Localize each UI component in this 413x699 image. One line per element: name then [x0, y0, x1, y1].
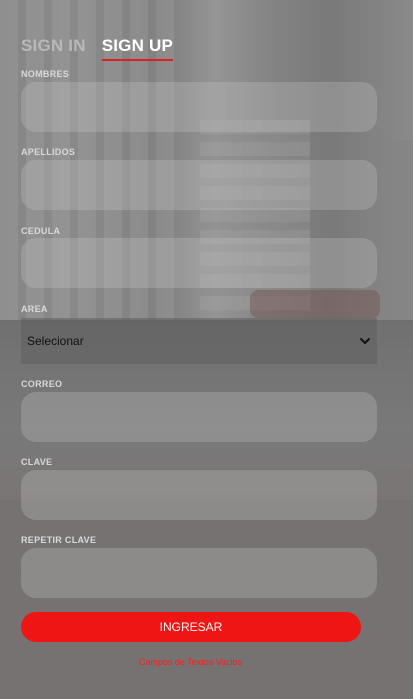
nombres-input[interactable] — [21, 82, 377, 132]
tab-sign-in[interactable]: SIGN IN — [21, 36, 86, 61]
auth-tabs: SIGN IN SIGN UP — [21, 36, 173, 61]
correo-label: CORREO — [21, 379, 63, 389]
apellidos-label: APELLIDOS — [21, 147, 76, 157]
error-message: Campos de Textos Vacios — [138, 657, 243, 667]
area-select[interactable]: Selecionar — [21, 318, 377, 364]
nombres-label: NOMBRES — [21, 69, 70, 79]
cedula-input[interactable] — [21, 238, 377, 288]
area-select-value: Selecionar — [27, 334, 84, 348]
ingresar-button[interactable]: INGRESAR — [21, 612, 361, 642]
area-label: AREA — [21, 304, 48, 314]
chevron-down-icon — [360, 338, 370, 344]
tab-sign-up[interactable]: SIGN UP — [101, 36, 173, 61]
correo-input[interactable] — [21, 392, 377, 442]
signup-form: SIGN IN SIGN UP NOMBRES APELLIDOS CEDULA… — [0, 0, 413, 699]
repetir-clave-input[interactable] — [21, 548, 377, 598]
cedula-label: CEDULA — [21, 226, 61, 236]
clave-label: CLAVE — [21, 457, 53, 467]
apellidos-input[interactable] — [21, 160, 377, 210]
clave-input[interactable] — [21, 470, 377, 520]
repetir-clave-label: REPETIR CLAVE — [21, 535, 97, 545]
